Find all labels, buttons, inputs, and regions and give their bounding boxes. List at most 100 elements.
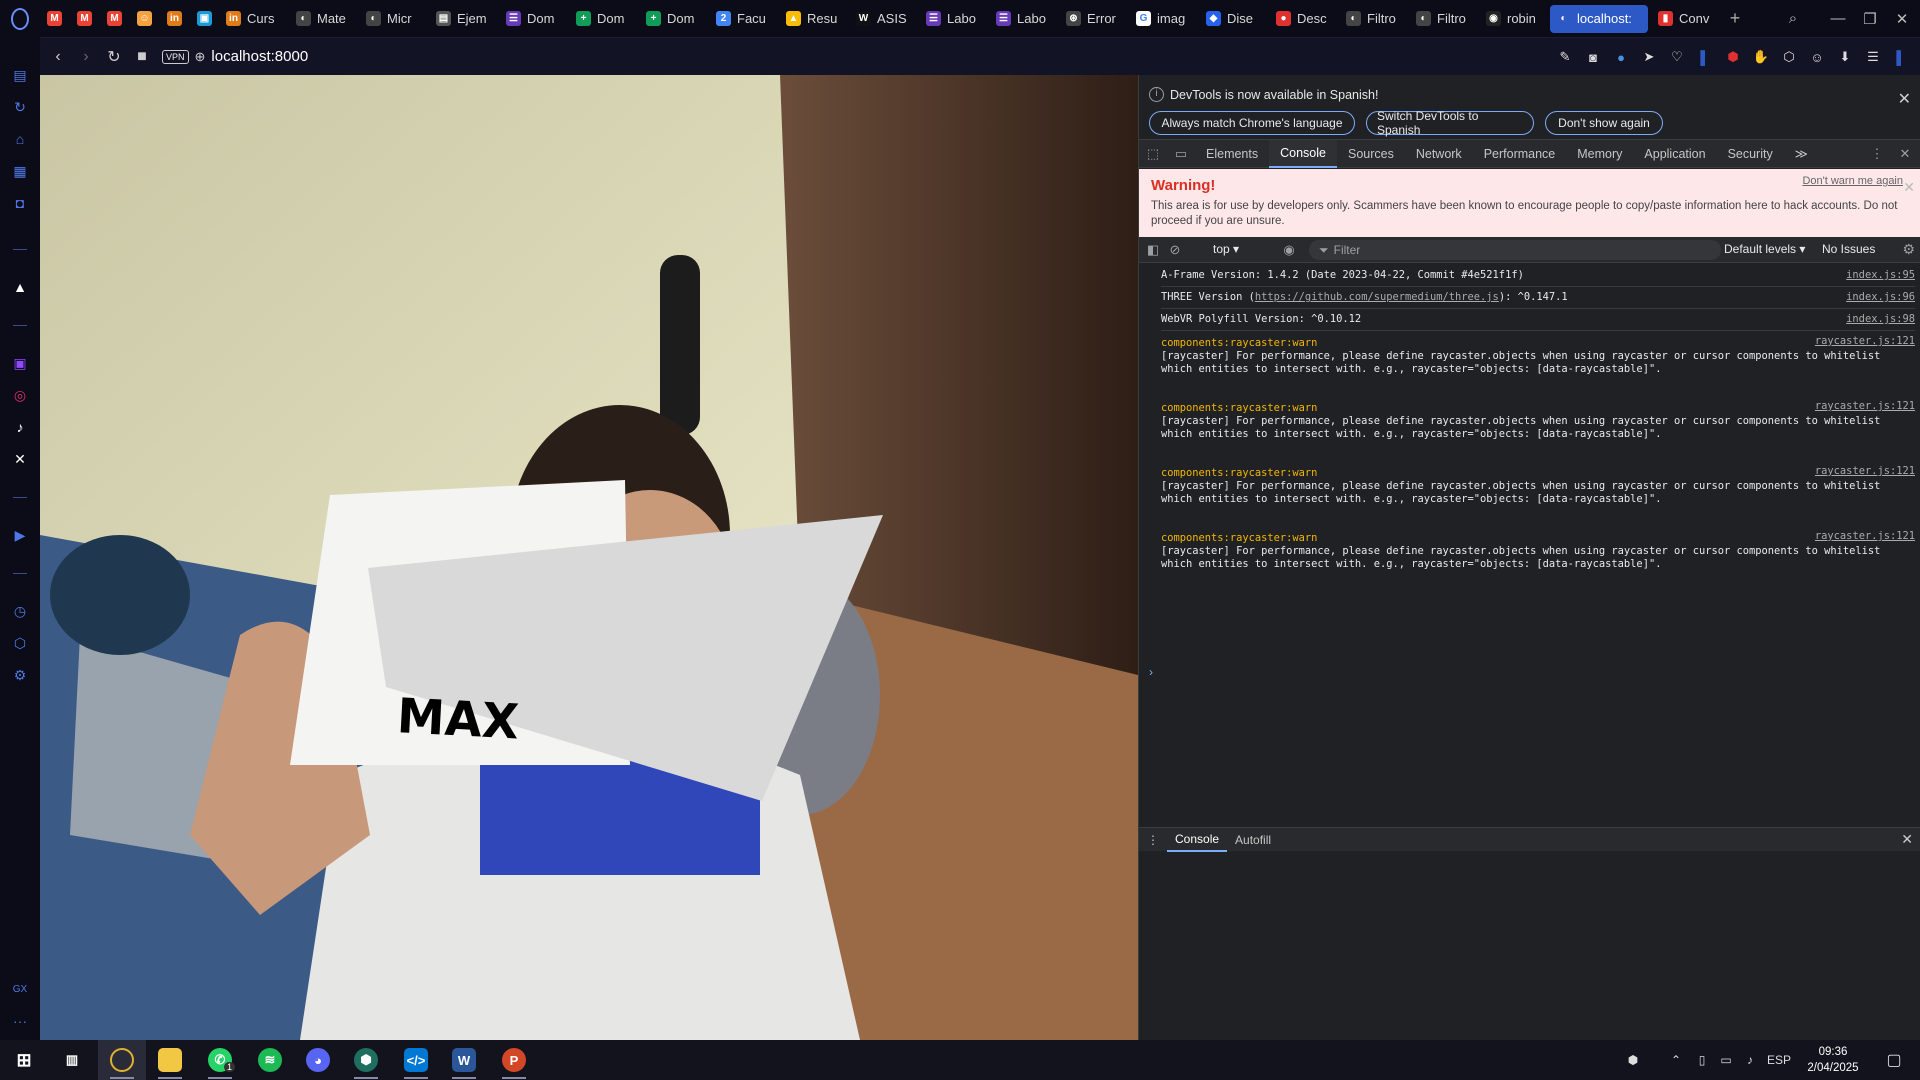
task-view-button[interactable]: ▥ [48, 1040, 96, 1080]
log-source-link[interactable]: index.js:95 [1846, 269, 1915, 282]
shield-icon[interactable]: ● [1612, 48, 1630, 66]
context-selector[interactable]: top ▾ [1213, 242, 1239, 256]
tiktok-icon[interactable]: ♪ [10, 417, 30, 437]
gx-icon[interactable]: GX [10, 979, 30, 999]
taskbar-app[interactable]: ⬢ [342, 1040, 390, 1080]
device-icon[interactable]: ▯ [1690, 1040, 1714, 1080]
clear-console-icon[interactable]: ⊘ [1161, 236, 1189, 264]
browser-tab[interactable]: ☰ Labo [920, 5, 990, 33]
inspect-element-icon[interactable]: ⬚ [1139, 140, 1167, 168]
log-levels-dropdown[interactable]: Default levels ▾ [1724, 242, 1805, 256]
browser-tab[interactable]: ◐ Filtro [1340, 5, 1410, 33]
filter-input[interactable]: ⏷ Filter [1309, 240, 1721, 260]
browser-tab[interactable]: ◐ Micr [360, 5, 430, 33]
close-devtools-icon[interactable]: ✕ [1891, 140, 1919, 168]
browser-tab[interactable]: M [100, 5, 130, 33]
cube-icon[interactable]: ⬡ [1780, 48, 1798, 66]
tray-app-icon[interactable]: ⬢ [1618, 1040, 1648, 1080]
download-icon[interactable]: ⬇ [1836, 48, 1854, 66]
x-twitter-icon[interactable]: ✕ [10, 449, 30, 469]
instagram-icon[interactable]: ◎ [10, 385, 30, 405]
log-source-link[interactable]: raycaster.js:121 [1815, 530, 1915, 543]
tab-network[interactable]: Network [1405, 140, 1473, 168]
browser-tab[interactable]: ▲ Resu [780, 5, 850, 33]
browser-tab[interactable]: ▮ Conv [1652, 5, 1722, 33]
browser-tab[interactable]: ☰ Dom [500, 5, 570, 33]
taskbar-whatsapp[interactable]: ✆ 1 [196, 1040, 244, 1080]
taskbar-vscode[interactable]: </> [392, 1040, 440, 1080]
switch-to-spanish-button[interactable]: Switch DevTools to Spanish [1366, 109, 1534, 137]
tab-elements[interactable]: Elements [1195, 140, 1269, 168]
browser-tab[interactable]: ▤ Ejem [430, 5, 500, 33]
messenger-icon[interactable]: ◘ [10, 193, 30, 213]
browser-tab[interactable]: Gimag [1130, 5, 1200, 33]
url-field[interactable]: localhost:8000 [211, 48, 308, 65]
taskbar-discord[interactable]: ◕ [294, 1040, 342, 1080]
history-refresh-icon[interactable]: ↻ [10, 97, 30, 117]
browser-tab[interactable]: ☰ Labo [990, 5, 1060, 33]
sidebar-toggle-icon[interactable]: ▌ [1892, 48, 1910, 66]
log-source-link[interactable]: raycaster.js:121 [1815, 465, 1915, 478]
browser-tab[interactable]: ◐ Mate [290, 5, 360, 33]
edit-icon[interactable]: ✎ [1556, 48, 1574, 66]
live-expression-eye-icon[interactable]: ◉ [1275, 236, 1303, 264]
dont-warn-link[interactable]: Don't warn me again [1802, 175, 1903, 187]
network-icon[interactable]: ▭ [1714, 1040, 1738, 1080]
forward-button[interactable]: › [72, 43, 100, 71]
kebab-menu-icon[interactable]: ⋮ [1863, 140, 1891, 168]
extensions-icon[interactable]: ⬡ [10, 633, 30, 653]
close-icon[interactable]: ✕ [1898, 89, 1911, 109]
start-button[interactable]: ⊞ [0, 1040, 48, 1080]
tab-sources[interactable]: Sources [1337, 140, 1405, 168]
log-source-link[interactable]: index.js:98 [1846, 313, 1915, 326]
account-icon[interactable]: ☺ [1808, 48, 1826, 66]
more-icon[interactable]: ··· [10, 1011, 30, 1031]
more-tabs-icon[interactable]: ≫ [1784, 140, 1819, 168]
browser-tab[interactable]: M [70, 5, 100, 33]
drawer-menu-icon[interactable]: ⋮ [1139, 828, 1167, 852]
log-url-link[interactable]: https://github.com/supermedium/three.js [1255, 291, 1499, 303]
close-drawer-icon[interactable]: ✕ [1901, 831, 1913, 848]
drawer-tab-autofill[interactable]: Autofill [1227, 828, 1279, 852]
issues-counter[interactable]: No Issues [1822, 242, 1875, 256]
twitch-icon[interactable]: ▣ [10, 353, 30, 373]
dont-show-again-button[interactable]: Don't show again [1545, 111, 1663, 135]
log-source-link[interactable]: raycaster.js:121 [1815, 335, 1915, 348]
taskbar-spotify[interactable]: ≋ [246, 1040, 294, 1080]
console-prompt[interactable]: › [1149, 665, 1153, 679]
search-tabs-icon[interactable]: ⌕ [1777, 0, 1809, 37]
log-source-link[interactable]: index.js:96 [1846, 291, 1915, 304]
browser-tab[interactable]: + Dom [570, 5, 640, 33]
back-button[interactable]: ‹ [44, 43, 72, 71]
tray-overflow-icon[interactable]: ⌃ [1664, 1040, 1688, 1080]
device-toolbar-icon[interactable]: ▭ [1167, 140, 1195, 168]
opera-menu-icon[interactable] [0, 0, 40, 37]
tab-application[interactable]: Application [1633, 140, 1716, 168]
browser-tab[interactable]: in Curs [220, 5, 290, 33]
notifications-icon[interactable]: ▢ [1874, 1040, 1914, 1080]
reload-button[interactable]: ↻ [100, 43, 128, 71]
browser-tab[interactable]: W ASIS [850, 5, 920, 33]
vpn-badge[interactable]: VPN [162, 49, 189, 64]
language-indicator[interactable]: ESP [1762, 1040, 1796, 1080]
pinboard-icon[interactable]: ▤ [10, 65, 30, 85]
taskbar-explorer[interactable] [146, 1040, 194, 1080]
workspace-icon[interactable]: ▦ [10, 161, 30, 181]
browser-tab[interactable]: ☺ [130, 5, 160, 33]
tab-security[interactable]: Security [1717, 140, 1784, 168]
page-viewport[interactable]: MAX [40, 75, 1138, 1040]
warning-close-icon[interactable]: ✕ [1903, 179, 1915, 196]
browser-tab[interactable]: in [160, 5, 190, 33]
browser-tab[interactable]: ◆ Dise [1200, 5, 1270, 33]
menu-icon[interactable]: ☰ [1864, 48, 1882, 66]
taskbar-word[interactable]: W [440, 1040, 488, 1080]
taskbar-powerpoint[interactable]: P [490, 1040, 538, 1080]
clock[interactable]: 09:36 2/04/2025 [1798, 1044, 1868, 1076]
send-icon[interactable]: ➤ [1640, 48, 1658, 66]
extension-hand-icon[interactable]: ✋ [1752, 48, 1770, 66]
site-info-icon[interactable]: ⊕ [195, 49, 206, 65]
minimize-button[interactable]: — [1822, 0, 1854, 37]
browser-tab[interactable]: ⊛ Error [1060, 5, 1130, 33]
browser-tab[interactable]: + Dom [640, 5, 710, 33]
new-tab-button[interactable]: + [1722, 8, 1748, 30]
